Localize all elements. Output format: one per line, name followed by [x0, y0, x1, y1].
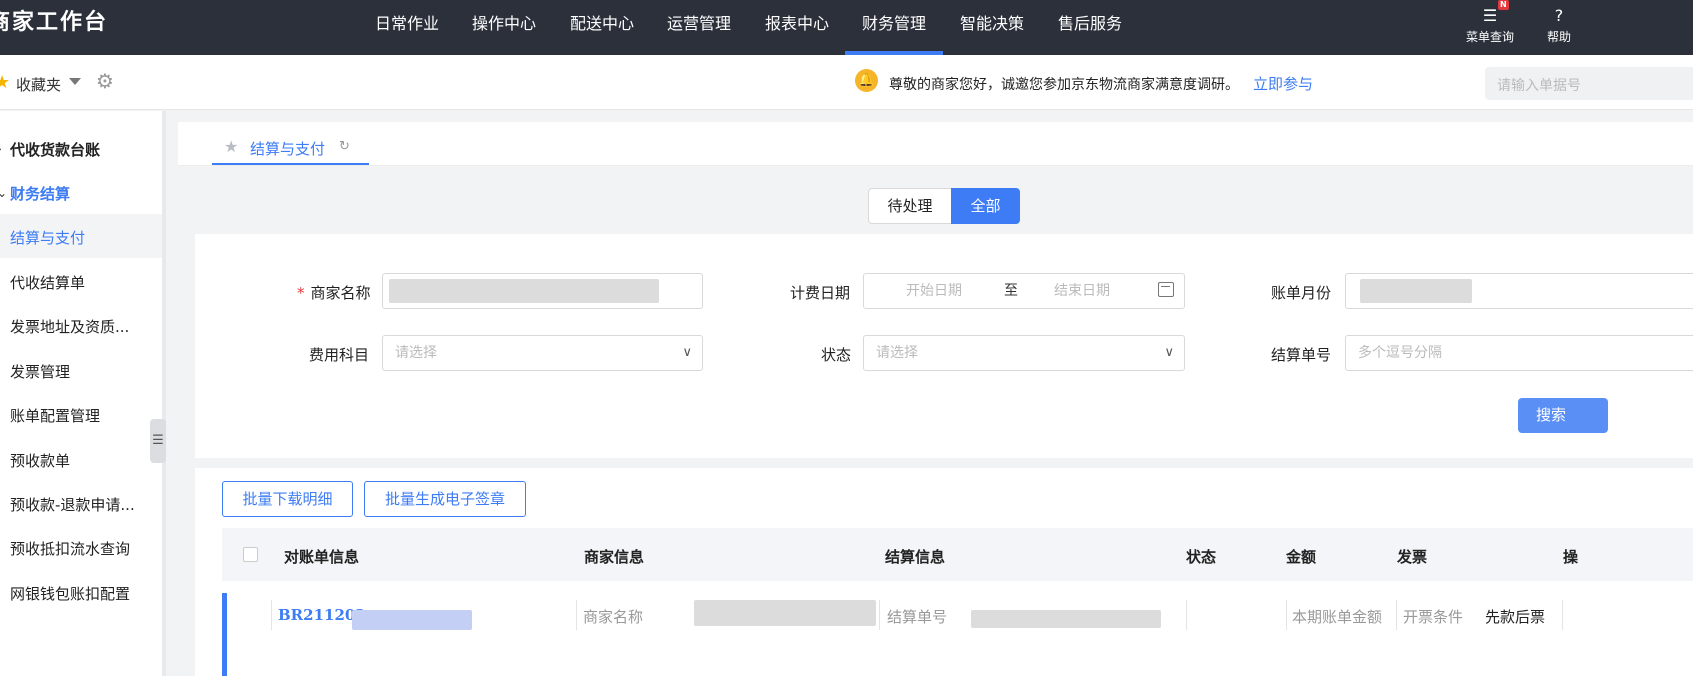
survey-notice: 尊敬的商家您好，诚邀您参加京东物流商家满意度调研。	[889, 77, 1239, 93]
menu-search-button[interactable]: ☰ 菜单查询	[1466, 4, 1514, 45]
bell-icon: 🔔	[855, 69, 878, 92]
sidebar-item-cod-statement[interactable]: 代收结算单	[10, 272, 85, 293]
column-statement-info: 对账单信息	[284, 548, 360, 566]
table-header	[222, 528, 1693, 581]
search-button[interactable]: 搜索	[1518, 398, 1608, 433]
sidebar-item-invoice-management[interactable]: 发票管理	[10, 361, 70, 382]
refresh-icon[interactable]: ↻	[339, 139, 350, 154]
bill-amount-label: 本期账单金额	[1292, 608, 1383, 626]
required-mark: *	[297, 284, 305, 302]
sidebar-item-settlement-payment[interactable]: 结算与支付	[10, 227, 85, 248]
sidebar-group-finance-settlement[interactable]: 财务结算	[10, 183, 70, 204]
redacted-value	[694, 600, 876, 626]
chevron-right-icon: ›	[0, 142, 2, 156]
cell-divider	[1396, 600, 1397, 630]
invoice-condition-label: 开票条件	[1403, 608, 1464, 626]
status-select[interactable]: 请选择 ∨	[863, 335, 1185, 371]
cell-divider	[271, 600, 272, 630]
gear-icon[interactable]: ⚙	[96, 69, 114, 93]
row-highlight-bar	[222, 593, 227, 676]
sidebar-item-prepayment-refund[interactable]: 预收款-退款申请...	[10, 494, 135, 515]
page-tab-strip	[178, 122, 1693, 166]
star-icon[interactable]: ★	[224, 137, 238, 156]
help-button[interactable]: ? 帮助	[1547, 4, 1571, 45]
sidebar-item-bill-config[interactable]: 账单配置管理	[10, 405, 100, 426]
redacted-value	[971, 610, 1161, 628]
select-all-checkbox[interactable]	[243, 547, 258, 562]
merchant-name-label: * 商家名称	[297, 284, 371, 302]
nav-item-finance-management[interactable]: 财务管理	[862, 10, 926, 34]
date-start-placeholder: 开始日期	[906, 283, 962, 299]
caret-down-icon[interactable]	[69, 78, 81, 85]
settlement-no-placeholder: 多个逗号分隔	[1358, 345, 1442, 361]
star-icon: ★	[0, 72, 11, 93]
fee-item-select[interactable]: 请选择 ∨	[382, 335, 703, 371]
fee-date-range-picker[interactable]: 开始日期 至 结束日期	[863, 273, 1185, 309]
settlement-no-cell-label: 结算单号	[887, 608, 948, 626]
column-invoice: 发票	[1397, 548, 1428, 566]
date-end-placeholder: 结束日期	[1054, 283, 1110, 299]
sidebar-item-prepayment[interactable]: 预收款单	[10, 450, 70, 471]
segment-pending[interactable]: 待处理	[868, 188, 952, 224]
segment-all[interactable]: 全部	[951, 188, 1020, 224]
merchant-name-cell-label: 商家名称	[583, 608, 644, 626]
nav-item-after-sales[interactable]: 售后服务	[1058, 10, 1122, 34]
fee-item-label: 费用科目	[309, 346, 370, 364]
document-search-input[interactable]: 请输入单据号	[1485, 67, 1693, 100]
bill-month-label: 账单月份	[1271, 284, 1332, 302]
menu-search-label: 菜单查询	[1466, 30, 1515, 44]
settlement-no-input[interactable]: 多个逗号分隔	[1345, 335, 1693, 371]
column-amount: 金额	[1286, 548, 1317, 566]
cell-divider	[879, 600, 880, 630]
column-status: 状态	[1186, 548, 1217, 566]
sidebar-divider	[162, 111, 166, 676]
sidebar-item-wallet-config[interactable]: 网银钱包账扣配置	[10, 583, 130, 604]
fee-date-label: 计费日期	[790, 284, 851, 302]
favorites-bar: ★ 收藏夹 ⚙ 🔔 尊敬的商家您好，诚邀您参加京东物流商家满意度调研。 立即参与…	[0, 55, 1693, 110]
nav-item-operation-center[interactable]: 操作中心	[472, 10, 536, 34]
nav-item-delivery-center[interactable]: 配送中心	[570, 10, 634, 34]
invoice-condition-value: 先款后票	[1485, 608, 1546, 626]
tab-label[interactable]: 结算与支付	[250, 138, 325, 159]
redacted-value	[352, 610, 472, 630]
bill-month-picker[interactable]	[1345, 273, 1693, 309]
nav-item-report-center[interactable]: 报表中心	[765, 10, 829, 34]
sidebar-item-prepayment-deduction[interactable]: 预收抵扣流水查询	[10, 538, 130, 559]
batch-download-button[interactable]: 批量下载明细	[222, 481, 353, 517]
batch-seal-button[interactable]: 批量生成电子签章	[364, 481, 526, 517]
cell-divider	[1286, 600, 1287, 630]
redacted-value	[1360, 279, 1472, 303]
sidebar-group-cod-ledger[interactable]: 代收货款台账	[10, 139, 100, 160]
fee-item-placeholder: 请选择	[395, 345, 437, 361]
nav-item-operation-management[interactable]: 运营管理	[667, 10, 731, 34]
chevron-down-icon: ∨	[1164, 345, 1174, 360]
redacted-value	[389, 279, 659, 303]
help-icon: ?	[1554, 6, 1564, 25]
settlement-no-label: 结算单号	[1271, 346, 1332, 364]
chevron-down-icon: ∨	[682, 345, 692, 360]
help-label: 帮助	[1547, 30, 1572, 44]
new-badge: N	[1498, 0, 1509, 10]
app-title: 商家工作台	[0, 10, 109, 35]
column-settlement-info: 结算信息	[885, 548, 946, 566]
status-placeholder: 请选择	[876, 345, 918, 361]
calendar-icon	[1158, 282, 1174, 297]
cell-divider	[576, 600, 577, 630]
sidebar-collapse-handle[interactable]: ☰	[150, 419, 166, 463]
merchant-name-input[interactable]	[382, 273, 703, 309]
sidebar-item-invoice-address[interactable]: 发票地址及资质...	[10, 316, 129, 337]
date-separator: 至	[1004, 283, 1018, 299]
nav-item-daily-ops[interactable]: 日常作业	[375, 10, 439, 34]
column-merchant-info: 商家信息	[584, 548, 645, 566]
cell-divider	[1186, 600, 1187, 630]
top-navigation-bar: 商家工作台 日常作业 操作中心 配送中心 运营管理 报表中心 财务管理 智能决策…	[0, 0, 1693, 55]
join-survey-link[interactable]: 立即参与	[1253, 73, 1313, 94]
column-operation: 操	[1563, 548, 1579, 566]
status-label: 状态	[821, 346, 852, 364]
cell-divider	[1562, 600, 1563, 630]
favorites-dropdown[interactable]: 收藏夹	[16, 74, 61, 95]
nav-item-smart-decision[interactable]: 智能决策	[960, 10, 1024, 34]
chevron-down-icon: ⌄	[0, 186, 8, 200]
